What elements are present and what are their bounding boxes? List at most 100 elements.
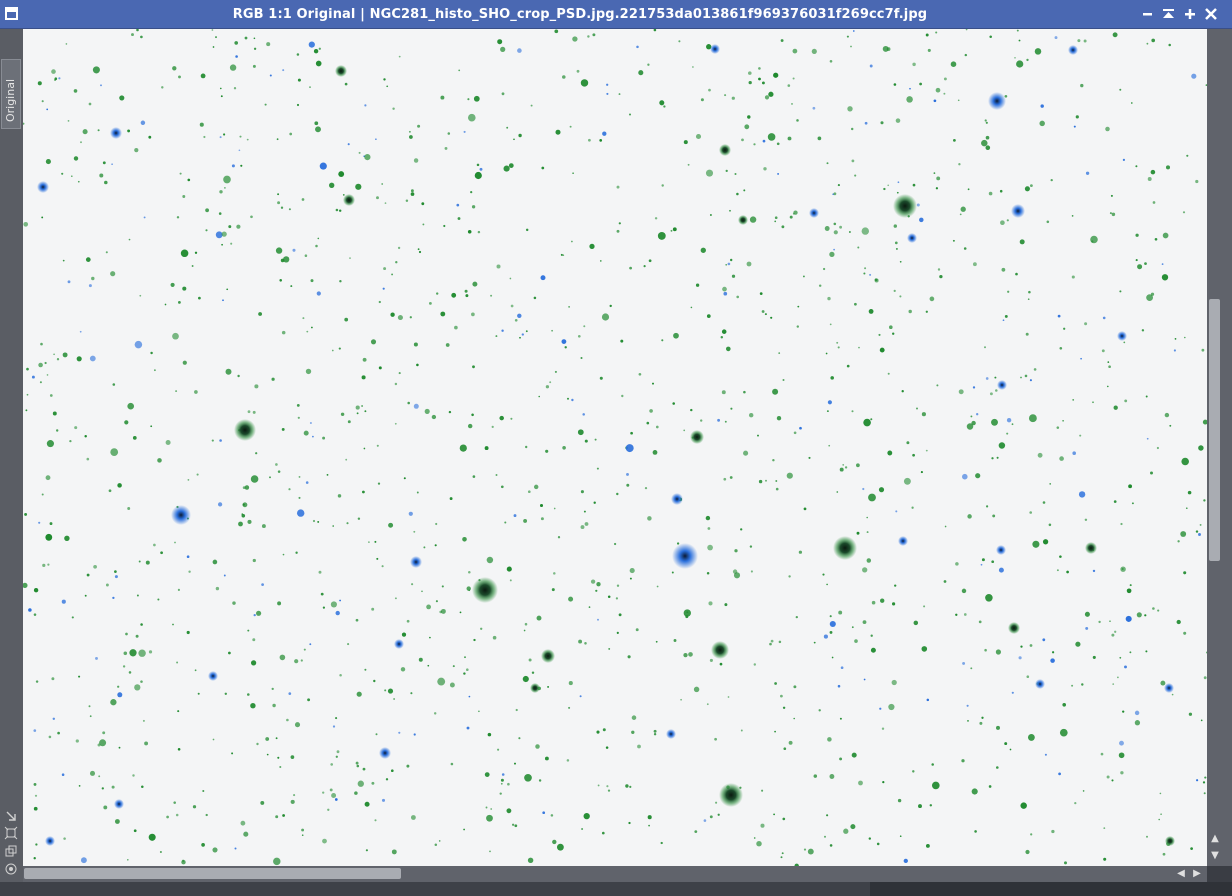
star [1150, 169, 1156, 175]
star [1113, 500, 1117, 503]
star [1049, 483, 1052, 485]
star [436, 292, 439, 295]
bright-star [171, 505, 191, 525]
star [879, 347, 885, 353]
star [583, 812, 590, 820]
star [241, 514, 246, 518]
scroll-down-icon[interactable]: ▼ [1208, 850, 1222, 862]
star [1130, 102, 1133, 104]
star [23, 582, 28, 589]
title-bar[interactable]: RGB 1:1 Original | NGC281_histo_SHO_crop… [0, 0, 1232, 29]
star [141, 785, 144, 789]
star [670, 229, 673, 232]
scroll-left-icon[interactable]: ◀ [1175, 868, 1187, 880]
star [339, 599, 341, 602]
star [172, 623, 174, 626]
star [1150, 292, 1155, 296]
star [1117, 676, 1119, 679]
shade-button[interactable] [1160, 5, 1178, 23]
star [47, 563, 50, 566]
star [376, 196, 379, 200]
star [462, 537, 467, 542]
star [1164, 412, 1170, 418]
star [988, 191, 993, 196]
star [275, 737, 278, 740]
star [706, 703, 709, 706]
star [1141, 329, 1145, 332]
star [880, 598, 885, 603]
star [628, 821, 631, 825]
close-button[interactable] [1202, 5, 1220, 23]
star [326, 473, 329, 476]
star [176, 661, 179, 664]
star [266, 753, 269, 756]
star [560, 253, 563, 256]
star [490, 294, 493, 297]
star [899, 260, 902, 263]
maximize-button[interactable] [1181, 5, 1199, 23]
star [706, 571, 710, 575]
minimize-button[interactable] [1139, 5, 1157, 23]
star [105, 583, 109, 587]
star [411, 583, 414, 586]
star [892, 602, 896, 606]
star [338, 171, 345, 178]
vertical-scrollbar[interactable]: ▲ ▼ [1207, 29, 1232, 866]
star [903, 858, 908, 864]
horizontal-scroll-thumb[interactable] [24, 868, 401, 879]
star [509, 579, 512, 582]
star [833, 248, 835, 251]
tab-original[interactable]: Original [1, 59, 21, 129]
star [260, 800, 265, 805]
star [23, 122, 25, 125]
target-icon[interactable] [4, 862, 18, 876]
star [616, 492, 619, 496]
star [829, 620, 836, 628]
star [683, 652, 688, 658]
star [357, 517, 361, 520]
star [458, 69, 461, 72]
star [71, 616, 74, 619]
star [472, 281, 478, 287]
star [1198, 445, 1204, 451]
star [549, 381, 552, 384]
star [937, 268, 941, 271]
star [219, 136, 222, 139]
star [919, 82, 922, 86]
star [261, 583, 264, 586]
image-view[interactable] [23, 29, 1207, 866]
clone-icon[interactable] [4, 844, 18, 858]
horizontal-scrollbar[interactable]: ◀ ▶ [23, 866, 1207, 882]
star [1032, 540, 1040, 548]
star [1150, 471, 1153, 475]
star [590, 579, 596, 584]
star [1015, 272, 1018, 276]
star [131, 33, 134, 37]
arrow-resize-icon[interactable] [4, 809, 18, 823]
star [205, 208, 210, 213]
star [985, 505, 989, 508]
star [888, 703, 895, 711]
star [114, 575, 118, 579]
star [122, 665, 126, 668]
star [1158, 818, 1161, 821]
fit-view-icon[interactable] [4, 826, 18, 840]
star [440, 95, 445, 100]
star [222, 299, 224, 302]
star [1145, 650, 1148, 653]
star [960, 206, 966, 212]
vertical-scroll-thumb[interactable] [1209, 299, 1220, 561]
star [736, 192, 739, 196]
star [250, 703, 256, 709]
star [760, 823, 765, 828]
star [880, 121, 884, 125]
star [234, 41, 239, 45]
star [729, 476, 733, 479]
bright-star [379, 747, 391, 759]
scroll-up-icon[interactable]: ▲ [1208, 833, 1222, 845]
star [761, 310, 765, 313]
star [327, 808, 330, 811]
scroll-right-icon[interactable]: ▶ [1191, 868, 1203, 880]
star [602, 131, 607, 136]
star [524, 773, 532, 782]
